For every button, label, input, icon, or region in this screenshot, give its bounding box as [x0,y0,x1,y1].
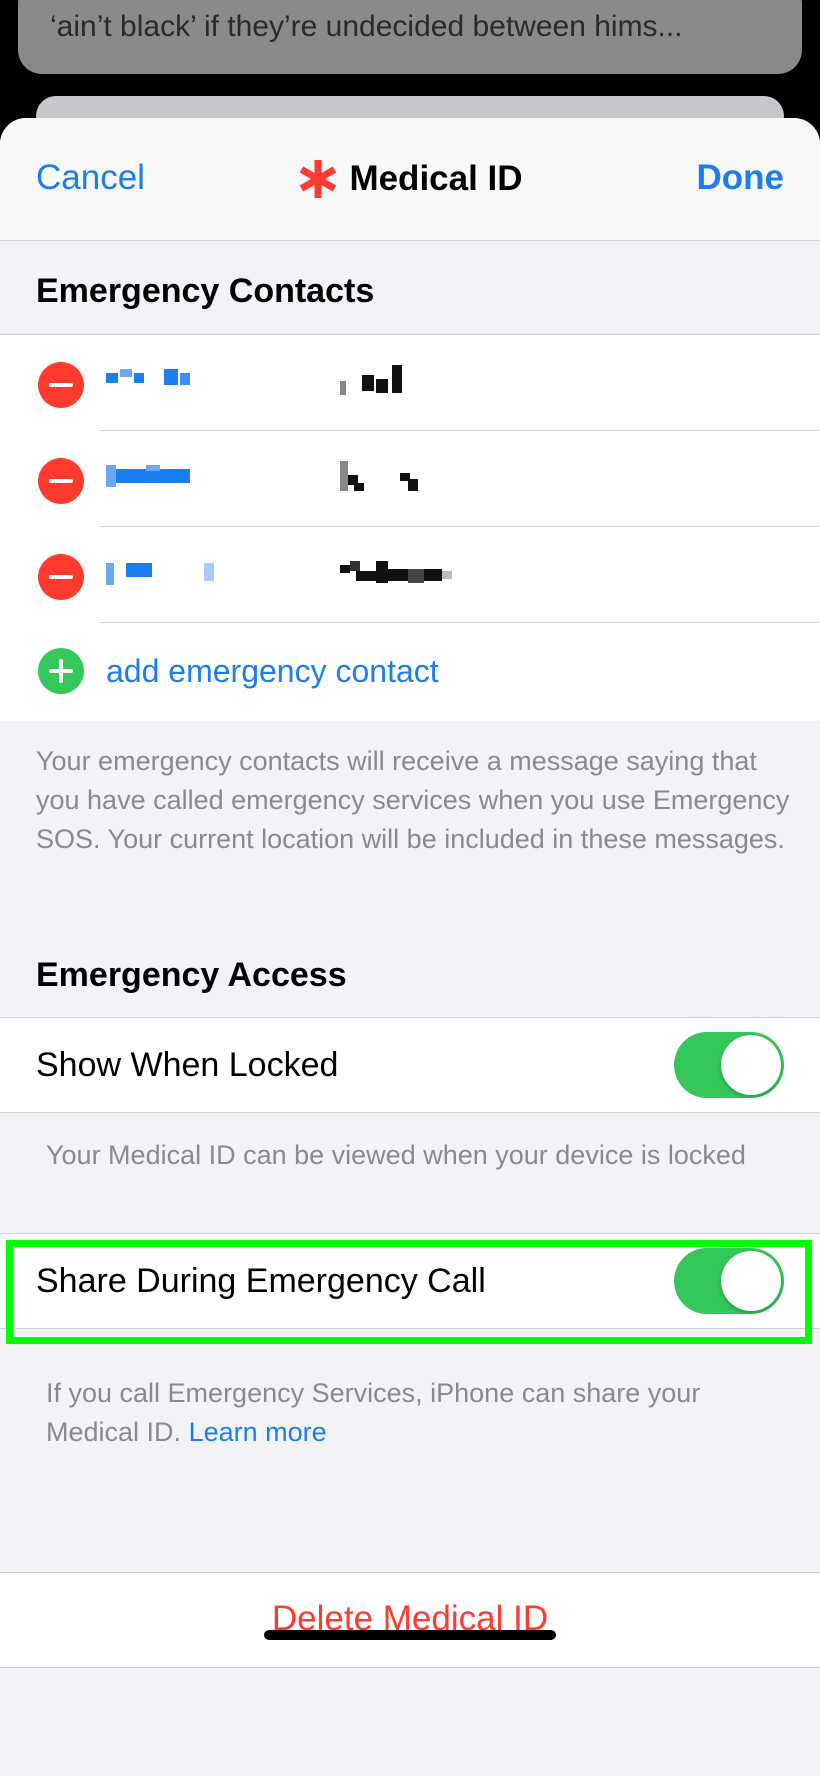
add-contact-row[interactable]: add emergency contact [0,623,820,719]
background-notification-text: ‘ain’t black’ if they’re undecided betwe… [50,10,683,43]
emergency-contacts-header: Emergency Contacts [36,272,375,310]
medical-id-sheet: Cancel Medical ID Done Emergency Contact… [0,118,820,1776]
page-title: Medical ID [297,158,523,200]
contact-row[interactable] [0,527,820,623]
contact-row[interactable] [0,431,820,527]
contact-row[interactable] [0,335,820,431]
remove-contact-button[interactable] [38,458,84,504]
page-title-text: Medical ID [349,159,523,198]
share-during-call-footnote: If you call Emergency Services, iPhone c… [46,1374,786,1452]
learn-more-link[interactable]: Learn more [189,1417,327,1447]
add-contact-button[interactable] [38,648,84,694]
share-during-call-row: Share During Emergency Call [0,1233,820,1329]
share-during-call-footnote-text: If you call Emergency Services, iPhone c… [46,1378,701,1447]
toggle-knob [721,1251,781,1311]
medical-star-icon [300,160,337,198]
share-during-call-label: Share During Emergency Call [36,1262,486,1300]
background-notification: ‘ain’t black’ if they’re undecided betwe… [18,0,802,74]
add-contact-label[interactable]: add emergency contact [106,653,439,690]
emergency-contacts-list: add emergency contact [0,334,820,721]
toggle-knob [721,1035,781,1095]
show-when-locked-row: Show When Locked [0,1017,820,1113]
home-indicator[interactable] [264,1630,556,1640]
done-button[interactable]: Done [697,158,785,198]
show-when-locked-toggle[interactable] [674,1032,784,1098]
share-during-call-toggle[interactable] [674,1248,784,1314]
show-when-locked-footnote: Your Medical ID can be viewed when your … [46,1140,746,1170]
emergency-access-header: Emergency Access [36,956,347,994]
emergency-contacts-footnote: Your emergency contacts will receive a m… [36,746,790,854]
remove-contact-button[interactable] [38,554,84,600]
show-when-locked-label: Show When Locked [36,1046,339,1084]
remove-contact-button[interactable] [38,362,84,408]
delete-row: Delete Medical ID [0,1572,820,1668]
navigation-bar: Cancel Medical ID Done [0,118,820,241]
